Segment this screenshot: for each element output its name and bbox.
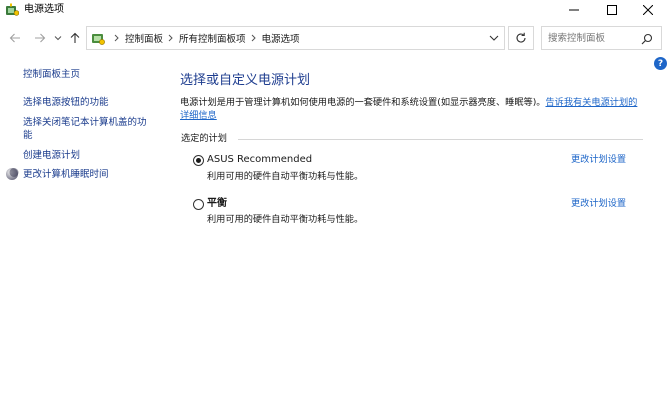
control-panel-home-link[interactable]: 控制面板主页: [23, 68, 155, 81]
title-bar: 电源选项: [0, 0, 667, 20]
create-power-plan-link[interactable]: 创建电源计划: [23, 149, 155, 162]
minimize-button[interactable]: [554, 0, 594, 20]
breadcrumb-item-all-items[interactable]: 所有控制面板项: [179, 31, 246, 45]
maximize-button[interactable]: [592, 0, 632, 20]
search-input[interactable]: [548, 31, 638, 46]
back-button[interactable]: [6, 28, 24, 48]
chevron-down-icon[interactable]: [488, 32, 500, 44]
close-icon: [643, 5, 653, 15]
lid-close-function-link[interactable]: 选择关闭笔记本计算机盖的功能: [23, 116, 155, 142]
close-button[interactable]: [629, 0, 667, 20]
refresh-button[interactable]: [508, 26, 534, 50]
left-navigation-pane: 控制面板主页 选择电源按钮的功能 选择关闭笔记本计算机盖的功能 创建电源计划 更…: [0, 58, 165, 400]
power-options-icon: [5, 3, 20, 17]
recent-locations-button[interactable]: [51, 28, 65, 48]
plan-name-asus-recommended[interactable]: ASUS Recommended: [207, 153, 312, 167]
breadcrumb-item-control-panel[interactable]: 控制面板: [125, 31, 163, 45]
maximize-icon: [607, 5, 617, 15]
plan-description-asus-recommended: 利用可用的硬件自动平衡功耗与性能。: [207, 171, 364, 182]
chevron-right-icon: [163, 34, 179, 42]
chevron-right-icon: [246, 34, 262, 42]
chevron-right-icon: [109, 34, 125, 42]
control-panel-icon: [90, 31, 106, 47]
change-plan-settings-link-balanced[interactable]: 更改计划设置: [571, 198, 626, 210]
forward-button[interactable]: [31, 28, 49, 48]
arrow-right-icon: [35, 33, 46, 43]
description-text: 电源计划是用于管理计算机如何使用电源的一套硬件和系统设置(如显示器亮度、睡眠等)…: [180, 97, 546, 108]
plan-radio-asus-recommended[interactable]: [193, 155, 204, 166]
window-title: 电源选项: [24, 4, 64, 15]
section-label-selected-plans: 选定的计划: [181, 133, 227, 144]
arrow-up-icon: [70, 32, 80, 43]
refresh-icon: [516, 32, 526, 43]
moon-icon: [5, 167, 19, 181]
breadcrumb: 控制面板 所有控制面板项 电源选项: [109, 27, 300, 49]
change-sleep-time-link[interactable]: 更改计算机睡眠时间: [23, 168, 155, 181]
power-button-function-link[interactable]: 选择电源按钮的功能: [23, 96, 155, 109]
search-box[interactable]: [541, 26, 662, 50]
plan-radio-balanced[interactable]: [193, 199, 204, 210]
help-icon[interactable]: ?: [654, 57, 667, 70]
plan-name-balanced[interactable]: 平衡: [207, 197, 227, 211]
page-description: 电源计划是用于管理计算机如何使用电源的一套硬件和系统设置(如显示器亮度、睡眠等)…: [180, 96, 646, 122]
section-divider: [238, 139, 643, 140]
address-bar[interactable]: 控制面板 所有控制面板项 电源选项: [86, 26, 505, 50]
navigation-bar: 控制面板 所有控制面板项 电源选项: [0, 22, 667, 54]
chevron-down-icon: [54, 36, 62, 41]
plan-description-balanced: 利用可用的硬件自动平衡功耗与性能。: [207, 214, 364, 225]
search-icon[interactable]: [641, 33, 653, 45]
arrow-left-icon: [9, 33, 20, 43]
page-title: 选择或自定义电源计划: [180, 73, 311, 88]
up-button[interactable]: [66, 28, 84, 48]
minimize-icon: [569, 9, 579, 11]
change-plan-settings-link-asus[interactable]: 更改计划设置: [571, 154, 626, 166]
breadcrumb-item-power-options[interactable]: 电源选项: [262, 31, 300, 45]
